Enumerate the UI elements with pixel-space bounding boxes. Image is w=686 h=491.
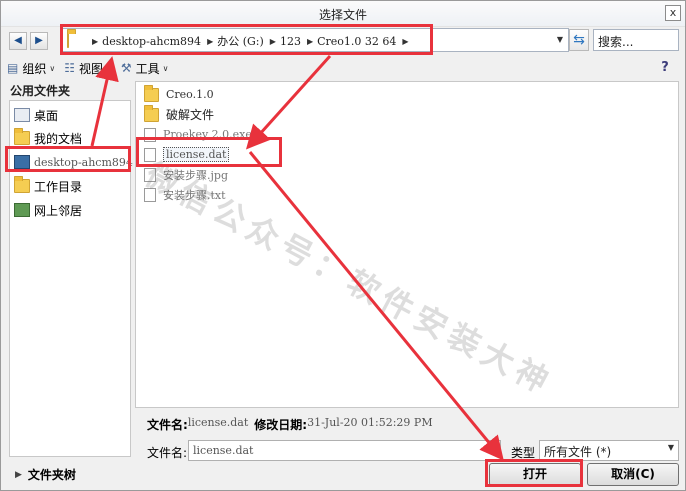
open-button[interactable]: 打开	[489, 463, 581, 486]
sidebar-item-network[interactable]: 网上邻居	[14, 200, 82, 220]
filename-label: 文件名:	[147, 446, 188, 460]
breadcrumb-separator-icon[interactable]: ▶	[402, 37, 408, 46]
expand-icon: ▶	[15, 469, 22, 480]
list-item[interactable]: Proekey 2.0.exe	[144, 125, 252, 144]
file-dialog-window: 选择文件 x ◀ ▶ ▶ desktop-ahcm894 ▶ 办公 (G:) ▶…	[0, 0, 686, 491]
breadcrumb-item-drive[interactable]: 办公 (G:)	[213, 33, 270, 49]
toolbar: ▤ 组织 ∨ ☷ 视图 ∨ ⚒ 工具 ∨	[7, 58, 178, 78]
file-name: 破解文件	[166, 108, 215, 122]
working-directory-icon	[14, 176, 30, 193]
forward-button[interactable]: ▶	[30, 32, 48, 50]
breadcrumb-item-123[interactable]: 123	[276, 35, 307, 48]
folder-tree-toggle[interactable]: ▶ 文件夹树	[15, 466, 76, 483]
file-name: license.dat	[163, 147, 230, 162]
breadcrumb-item-computer[interactable]: desktop-ahcm894	[98, 35, 207, 48]
sidebar-item-label: 工作目录	[34, 179, 83, 194]
file-name: Proekey 2.0.exe	[163, 128, 252, 141]
file-type-label: 类型	[511, 446, 536, 460]
sidebar-item-label: desktop-ahcm894	[34, 155, 133, 169]
desktop-icon	[14, 108, 30, 122]
cancel-button[interactable]: 取消(C)	[587, 463, 679, 486]
file-icon	[144, 127, 156, 142]
chevron-down-icon: ∨	[49, 63, 56, 73]
organize-menu[interactable]: ▤ 组织 ∨	[7, 60, 55, 77]
file-type-select[interactable]: 所有文件 (*) ▼	[539, 440, 679, 461]
chevron-down-icon: ▼	[667, 443, 674, 452]
organize-icon: ▤	[7, 61, 19, 75]
title-bar[interactable]: 选择文件 x	[1, 1, 685, 27]
view-label: 视图	[78, 61, 103, 76]
tools-menu[interactable]: ⚒ 工具 ∨	[121, 60, 169, 77]
sidebar-item-desktop[interactable]: 桌面	[14, 105, 58, 125]
info-date-value: 31-Jul-20 01:52:29 PM	[307, 416, 433, 429]
breadcrumb: ▶ desktop-ahcm894 ▶ 办公 (G:) ▶ 123 ▶ Creo…	[92, 33, 409, 49]
file-name: 安装步骤.jpg	[163, 168, 228, 182]
tools-icon: ⚒	[120, 61, 132, 75]
sidebar-heading: 公用文件夹	[10, 84, 71, 98]
info-name-label: 文件名:	[147, 418, 188, 432]
info-name-value: license.dat	[187, 416, 249, 429]
file-list: Creo.1.0 破解文件 Proekey 2.0.exe license.da…	[135, 81, 679, 408]
image-file-icon	[144, 167, 156, 182]
address-dropdown-icon[interactable]: ▼	[554, 31, 566, 49]
organize-label: 组织	[22, 61, 47, 76]
help-icon[interactable]: ?	[656, 59, 674, 77]
list-item[interactable]: license.dat	[144, 145, 230, 164]
file-icon	[144, 147, 156, 162]
sidebar: 桌面 我的文档 desktop-ahcm894 工作目录 网上邻居	[9, 100, 133, 457]
chevron-down-icon: ∨	[162, 63, 169, 73]
window-title: 选择文件	[318, 8, 367, 22]
documents-icon	[14, 128, 30, 145]
file-name: 安装步骤.txt	[163, 188, 226, 202]
refresh-icon[interactable]: ⇆	[569, 29, 589, 51]
close-button[interactable]: x	[665, 5, 681, 21]
network-icon	[14, 203, 30, 217]
file-info: 文件名: license.dat 修改日期: 31-Jul-20 01:52:2…	[147, 416, 439, 433]
folder-icon	[67, 32, 69, 48]
text-file-icon	[144, 187, 156, 202]
computer-icon	[14, 155, 30, 169]
file-name: Creo.1.0	[166, 88, 214, 101]
list-item[interactable]: Creo.1.0	[144, 84, 214, 104]
folder-tree-label: 文件夹树	[27, 468, 76, 482]
sidebar-item-computer[interactable]: desktop-ahcm894	[14, 152, 133, 172]
info-date-label: 修改日期:	[254, 418, 308, 432]
back-button[interactable]: ◀	[9, 32, 27, 50]
breadcrumb-item-creo[interactable]: Creo1.0 32 64	[313, 35, 402, 48]
tools-label: 工具	[135, 61, 160, 76]
sidebar-item-label: 桌面	[34, 108, 59, 123]
search-input[interactable]: 搜索...	[593, 29, 679, 51]
sidebar-item-working-directory[interactable]: 工作目录	[14, 176, 82, 196]
view-icon: ☷	[64, 61, 75, 75]
filename-input[interactable]: license.dat	[188, 440, 501, 461]
sidebar-item-label: 网上邻居	[34, 203, 83, 218]
list-item[interactable]: 安装步骤.jpg	[144, 165, 228, 184]
file-type-value: 所有文件 (*)	[544, 445, 612, 459]
folder-icon	[144, 84, 159, 102]
list-item[interactable]: 破解文件	[144, 104, 215, 124]
folder-icon	[144, 104, 159, 122]
list-item[interactable]: 安装步骤.txt	[144, 185, 226, 204]
chevron-down-icon: ∨	[106, 63, 112, 73]
view-menu[interactable]: ☷ 视图 ∨	[64, 60, 112, 77]
sidebar-item-label: 我的文档	[34, 131, 83, 146]
address-bar[interactable]: ▶ desktop-ahcm894 ▶ 办公 (G:) ▶ 123 ▶ Creo…	[61, 28, 569, 52]
sidebar-item-documents[interactable]: 我的文档	[14, 128, 82, 148]
